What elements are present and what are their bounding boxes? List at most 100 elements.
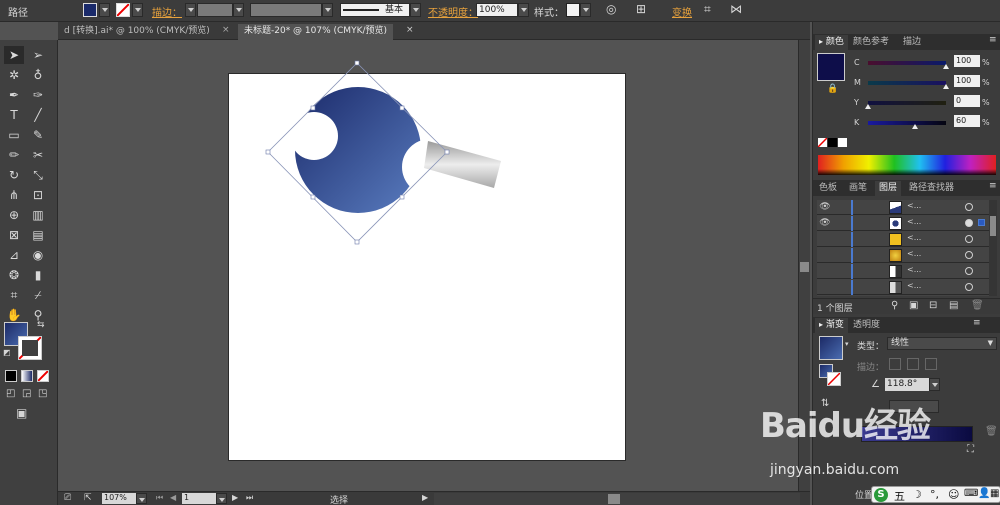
rotate-tool-icon[interactable]: ↻	[4, 166, 24, 184]
panel-menu-icon[interactable]: ≡	[973, 318, 981, 328]
channel-c-marker[interactable]	[943, 64, 949, 69]
status-icon[interactable]: ⎚	[64, 493, 71, 503]
lasso-tool-icon[interactable]: ♁	[28, 66, 48, 84]
eyedropper-tool-icon[interactable]: ⊿	[4, 246, 24, 264]
draw-normal-icon[interactable]: ◰	[6, 388, 15, 399]
style-swatch[interactable]	[566, 3, 580, 17]
fill-dropdown[interactable]	[99, 3, 110, 17]
recolor-icon[interactable]: ◎	[606, 2, 616, 16]
eye-icon[interactable]: 👁	[819, 202, 831, 212]
draw-inside-icon[interactable]: ◳	[38, 388, 47, 399]
stroke-weight-stepper[interactable]	[185, 3, 196, 17]
punctuation-icon[interactable]: °,	[930, 488, 939, 501]
delete-stop-icon[interactable]: 🗑	[985, 426, 998, 437]
gradient-tool-icon[interactable]: ▤	[28, 226, 48, 244]
gradient-preview[interactable]	[819, 336, 843, 360]
layer-name[interactable]: <...	[907, 233, 921, 242]
target-icon[interactable]	[965, 203, 973, 211]
selection-handle[interactable]	[399, 105, 405, 111]
tab-stroke[interactable]: 描边	[899, 35, 925, 50]
gradient-stroke-box[interactable]	[827, 372, 841, 386]
horizontal-scrollbar[interactable]	[434, 493, 800, 505]
layer-row[interactable]: 👁 <...	[817, 216, 997, 231]
magic-wand-tool-icon[interactable]: ✲	[4, 66, 24, 84]
draw-behind-icon[interactable]: ◲	[22, 388, 31, 399]
line-tool-icon[interactable]: ╱	[28, 106, 48, 124]
swap-icon[interactable]: ⇆	[37, 320, 45, 330]
perspective-grid-tool-icon[interactable]: ▥	[28, 206, 48, 224]
new-layer-icon[interactable]: ▤	[949, 300, 958, 311]
type-tool-icon[interactable]: T	[4, 106, 24, 124]
close-icon[interactable]: ×	[222, 25, 230, 35]
tab-swatches[interactable]: 色板	[815, 181, 841, 196]
clipping-mask-icon[interactable]: ▣	[909, 300, 918, 311]
sogou-logo-icon[interactable]: S	[874, 488, 888, 502]
default-colors-icon[interactable]: ◩	[3, 348, 11, 357]
stroke-along-icon[interactable]	[907, 358, 919, 370]
selection-indicator[interactable]	[978, 219, 985, 226]
channel-m-slider[interactable]	[868, 81, 946, 85]
layer-row[interactable]: <...	[817, 264, 997, 279]
width-tool-icon[interactable]: ⋔	[4, 186, 24, 204]
stroke-within-icon[interactable]	[889, 358, 901, 370]
panel-menu-icon[interactable]: ≡	[989, 181, 997, 191]
selection-handle[interactable]	[444, 149, 450, 155]
tab-pathfinder[interactable]: 路径查找器	[905, 181, 958, 196]
align-icon[interactable]: ⊞	[636, 2, 646, 16]
pencil-tool-icon[interactable]: ✏	[4, 146, 24, 164]
stroke-weight-dropdown[interactable]	[233, 3, 244, 17]
gradient-type-select[interactable]: 线性 ▼	[887, 337, 997, 350]
black-swatch[interactable]	[828, 138, 837, 147]
paintbrush-tool-icon[interactable]: ✎	[28, 126, 48, 144]
menu-grid-icon[interactable]: ▦	[990, 488, 999, 499]
channel-y-value[interactable]: 0	[954, 95, 980, 107]
options-icon[interactable]: ⋈	[730, 2, 742, 16]
fill-swatch[interactable]	[83, 3, 97, 17]
gradient-stop-icon[interactable]: ⛶	[967, 444, 974, 455]
target-icon[interactable]	[965, 219, 973, 227]
tab-brushes[interactable]: 画笔	[845, 181, 871, 196]
scissors-tool-icon[interactable]: ✂	[28, 146, 48, 164]
isolate-icon[interactable]: ⌗	[704, 2, 711, 17]
horizontal-scroll-thumb[interactable]	[608, 494, 620, 504]
layers-scroll-thumb[interactable]	[990, 216, 996, 236]
artboard-tool-icon[interactable]: ⌗	[4, 286, 24, 304]
panel-menu-icon[interactable]: ≡	[989, 35, 997, 45]
rectangle-tool-icon[interactable]: ▭	[4, 126, 24, 144]
target-icon[interactable]	[965, 283, 973, 291]
target-icon[interactable]	[965, 251, 973, 259]
layer-name[interactable]: <...	[907, 281, 921, 290]
zoom-dropdown[interactable]	[136, 493, 147, 504]
layer-name[interactable]: <...	[907, 265, 921, 274]
screen-mode-icon[interactable]: ▣	[16, 406, 27, 420]
stroke-label[interactable]: 描边：	[152, 4, 182, 19]
smiley-icon[interactable]: ☺	[948, 488, 959, 501]
channel-m-value[interactable]: 100	[954, 75, 980, 87]
layer-row[interactable]: <...	[817, 248, 997, 263]
locate-object-icon[interactable]: ⚲	[891, 300, 898, 311]
opacity-field[interactable]: 100%	[476, 3, 518, 17]
page-dropdown[interactable]	[216, 493, 227, 504]
moon-icon[interactable]: ☽	[912, 488, 922, 501]
keyboard-icon[interactable]: ⌨	[964, 488, 978, 499]
color-fill-preview[interactable]	[817, 53, 845, 81]
trash-icon[interactable]: 🗑	[971, 300, 984, 311]
opacity-dropdown[interactable]	[518, 3, 529, 17]
channel-k-marker[interactable]	[911, 124, 918, 129]
scale-tool-icon[interactable]: ⤡	[28, 166, 48, 184]
symbol-sprayer-tool-icon[interactable]: ❂	[4, 266, 24, 284]
tab-document-1[interactable]: d [转换].ai* @ 100% (CMYK/预览)	[58, 24, 216, 40]
vertical-scroll-thumb[interactable]	[800, 262, 809, 272]
eye-icon[interactable]	[819, 234, 831, 244]
selection-handle[interactable]	[310, 105, 316, 111]
gradient-mode-button[interactable]	[21, 370, 33, 382]
tab-layers[interactable]: 图层	[875, 181, 902, 196]
tab-transparency[interactable]: 透明度	[849, 318, 884, 333]
channel-k-slider[interactable]	[868, 121, 946, 125]
target-icon[interactable]	[965, 267, 973, 275]
selection-handle[interactable]	[265, 149, 271, 155]
ime-mode-label[interactable]: 五	[894, 488, 905, 504]
direct-selection-tool-icon[interactable]: ➢	[28, 46, 48, 64]
new-sublayer-icon[interactable]: ⊟	[929, 300, 937, 311]
handle-shape[interactable]	[424, 141, 501, 188]
